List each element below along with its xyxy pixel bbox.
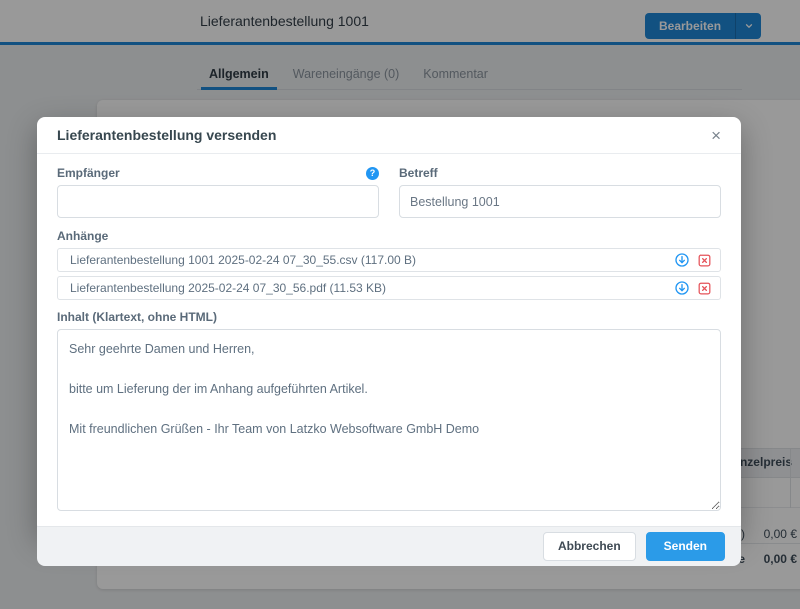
attachment-actions (674, 252, 712, 268)
attachment-delete-button[interactable] (697, 281, 712, 296)
close-icon: × (711, 126, 721, 145)
download-icon (674, 280, 690, 296)
attachment-name: Lieferantenbestellung 1001 2025-02-24 07… (70, 253, 416, 267)
attachment-row: Lieferantenbestellung 2025-02-24 07_30_5… (57, 276, 721, 300)
help-icon[interactable]: ? (366, 167, 379, 180)
send-button[interactable]: Senden (646, 532, 725, 560)
subject-label-row: Betreff (399, 166, 721, 180)
download-icon (674, 252, 690, 268)
close-button[interactable]: × (711, 127, 721, 144)
attachment-name: Lieferantenbestellung 2025-02-24 07_30_5… (70, 281, 386, 295)
message-label: Inhalt (Klartext, ohne HTML) (57, 310, 721, 324)
subject-input[interactable] (399, 185, 721, 218)
modal-header: Lieferantenbestellung versenden × (37, 117, 741, 154)
message-textarea[interactable]: Sehr geehrte Damen und Herren, bitte um … (57, 329, 721, 511)
attachment-delete-button[interactable] (697, 253, 712, 268)
attachment-download-button[interactable] (674, 280, 690, 296)
cancel-button[interactable]: Abbrechen (543, 532, 636, 560)
subject-field-group: Betreff (399, 166, 721, 218)
attachments-list: Lieferantenbestellung 1001 2025-02-24 07… (57, 248, 721, 300)
recipient-input[interactable] (57, 185, 379, 218)
attachment-row: Lieferantenbestellung 1001 2025-02-24 07… (57, 248, 721, 272)
message-section: Inhalt (Klartext, ohne HTML) Sehr geehrt… (57, 310, 721, 516)
modal-footer: Abbrechen Senden (37, 526, 741, 566)
subject-label: Betreff (399, 166, 438, 180)
send-order-modal: Lieferantenbestellung versenden × Empfän… (37, 117, 741, 533)
modal-body: Empfänger ? Betreff Anhänge Lieferantenb… (37, 154, 741, 526)
recipient-subject-row: Empfänger ? Betreff (57, 166, 721, 218)
recipient-field-group: Empfänger ? (57, 166, 379, 218)
attachment-actions (674, 280, 712, 296)
attachments-section: Anhänge Lieferantenbestellung 1001 2025-… (57, 229, 721, 300)
delete-x-icon (697, 281, 712, 296)
attachments-label: Anhänge (57, 229, 721, 243)
modal-title: Lieferantenbestellung versenden (57, 127, 276, 143)
attachment-download-button[interactable] (674, 252, 690, 268)
recipient-label: Empfänger (57, 166, 120, 180)
delete-x-icon (697, 253, 712, 268)
recipient-label-row: Empfänger ? (57, 166, 379, 180)
